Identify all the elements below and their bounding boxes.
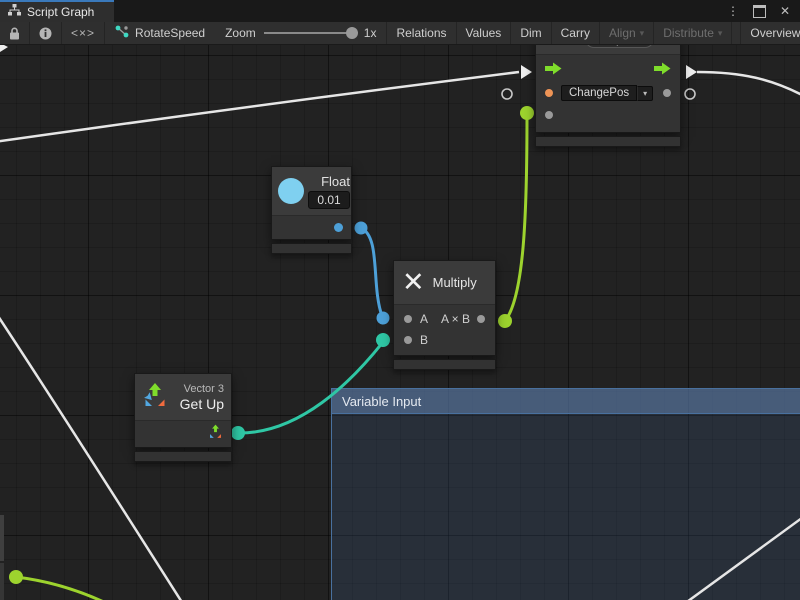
wire-endpoint-event-input[interactable] (520, 106, 534, 120)
values-button[interactable]: Values (457, 22, 512, 44)
window-menu-icon[interactable]: ⋮ (727, 5, 739, 17)
distribute-caret-icon: ▾ (718, 28, 723, 39)
event-right-outline-port[interactable] (685, 89, 695, 99)
wire-float-to-multiply[interactable] (361, 228, 382, 316)
variable-dropdown[interactable]: ChangePos ▾ (561, 85, 653, 101)
titlebar: Script Graph ⋮ ✕ (0, 0, 800, 22)
multiply-port-a[interactable] (404, 315, 412, 323)
multiply-icon: ✕ (402, 269, 425, 296)
window-maximize-icon[interactable] (753, 5, 766, 18)
multiply-port-b-label: B (420, 333, 428, 347)
float-node-footer (271, 243, 352, 254)
multiply-port-out[interactable] (477, 315, 485, 323)
wire-left-edge-arrowhead (0, 45, 8, 52)
node-float[interactable]: Float 0.01 (271, 166, 352, 254)
vector3-icon (142, 382, 168, 413)
dim-button[interactable]: Dim (511, 22, 551, 44)
vector3-node-footer (134, 451, 232, 462)
vector3-type-label: Vector 3 (184, 383, 224, 395)
wire-endpoint-vector[interactable] (231, 426, 245, 440)
graph-dropdown-label: Graph (596, 45, 629, 46)
wire-in-event[interactable] (0, 72, 519, 142)
node-graph-event[interactable]: Graph ▾ ChangePos ▾ (535, 45, 681, 147)
float-output-port[interactable] (334, 223, 343, 232)
breadcrumb-graph-name: RotateSpeed (135, 26, 205, 40)
offscreen-node-sliver[interactable] (0, 515, 4, 600)
event-flow-out-arrow[interactable] (654, 62, 671, 80)
tab-title: Script Graph (27, 5, 94, 19)
float-value-input[interactable]: 0.01 (308, 191, 350, 209)
wire-in-arrowhead (521, 65, 532, 79)
zoom-slider-handle[interactable] (346, 27, 358, 39)
zoom-label: Zoom (225, 26, 256, 40)
event-flow-in-arrow[interactable] (545, 62, 562, 80)
window-close-icon[interactable]: ✕ (780, 5, 790, 17)
vector3-output-port[interactable] (208, 424, 223, 444)
node-multiply[interactable]: ✕ Multiply A A × B B (393, 260, 496, 370)
variable-dropdown-value: ChangePos (561, 85, 637, 101)
multiply-node-title: Multiply (433, 275, 477, 290)
vector3-node-title: Get Up (180, 396, 224, 412)
carry-button[interactable]: Carry (552, 22, 600, 44)
wire-bottom-left[interactable] (16, 577, 122, 600)
event-left-outline-port[interactable] (502, 89, 512, 99)
multiply-port-out-label: A × B (441, 312, 470, 326)
multiply-node-footer (393, 359, 496, 370)
align-label: Align (609, 26, 636, 40)
event-variable-port[interactable] (545, 89, 553, 97)
unity-visual-scripting-window: { "window": { "tab_title": "Script Graph… (0, 0, 800, 600)
variable-dropdown-caret-icon[interactable]: ▾ (637, 86, 653, 101)
graph-canvas[interactable]: Variable Input (0, 45, 800, 600)
event-output-port[interactable] (663, 89, 671, 97)
wire-endpoint-multiply-out[interactable] (498, 314, 512, 328)
float-type-icon (278, 178, 304, 204)
float-node-title: Float (321, 174, 350, 189)
event-node-footer (535, 136, 681, 147)
multiply-port-b[interactable] (404, 336, 412, 344)
overview-button[interactable]: Overview (741, 22, 800, 44)
info-icon[interactable] (30, 22, 62, 44)
wire-out-event[interactable] (697, 72, 800, 97)
wire-endpoint-float[interactable] (355, 222, 368, 235)
value-connections-icon[interactable]: <×> (62, 22, 105, 44)
align-caret-icon: ▾ (640, 28, 645, 39)
node-vector3-get-up[interactable]: Vector 3 Get Up (134, 373, 232, 462)
script-graph-icon (562, 45, 578, 48)
lock-icon[interactable] (0, 22, 30, 44)
wire-endpoint-multiply-a[interactable] (377, 312, 390, 325)
graph-toolbar: <×> RotateSpeed Zoom 1x Relations Values… (0, 22, 800, 45)
tab-script-graph[interactable]: Script Graph (0, 0, 114, 22)
breadcrumb[interactable]: RotateSpeed (105, 22, 215, 44)
wire-diagonal-bottom-right[interactable] (680, 515, 800, 600)
wire-vector-to-multiply[interactable] (238, 342, 383, 433)
script-graph-tab-icon (8, 3, 21, 21)
distribute-dropdown[interactable]: Distribute ▾ (654, 22, 732, 44)
distribute-label: Distribute (663, 26, 714, 40)
event-input-port[interactable] (545, 111, 553, 119)
graph-breadcrumb-icon (115, 25, 129, 41)
zoom-control: Zoom 1x (215, 22, 387, 44)
wire-multiply-to-event[interactable] (505, 115, 527, 321)
wire-endpoint-multiply-b[interactable] (376, 333, 390, 347)
wire-out-arrowhead (686, 65, 697, 79)
relations-button[interactable]: Relations (387, 22, 456, 44)
multiply-port-a-label: A (420, 312, 428, 326)
graph-dropdown-button[interactable]: Graph ▾ (585, 45, 654, 48)
zoom-slider[interactable] (264, 32, 356, 34)
align-dropdown[interactable]: Align ▾ (600, 22, 654, 44)
zoom-value: 1x (364, 26, 377, 40)
wire-endpoint-bottom-left[interactable] (9, 570, 23, 584)
